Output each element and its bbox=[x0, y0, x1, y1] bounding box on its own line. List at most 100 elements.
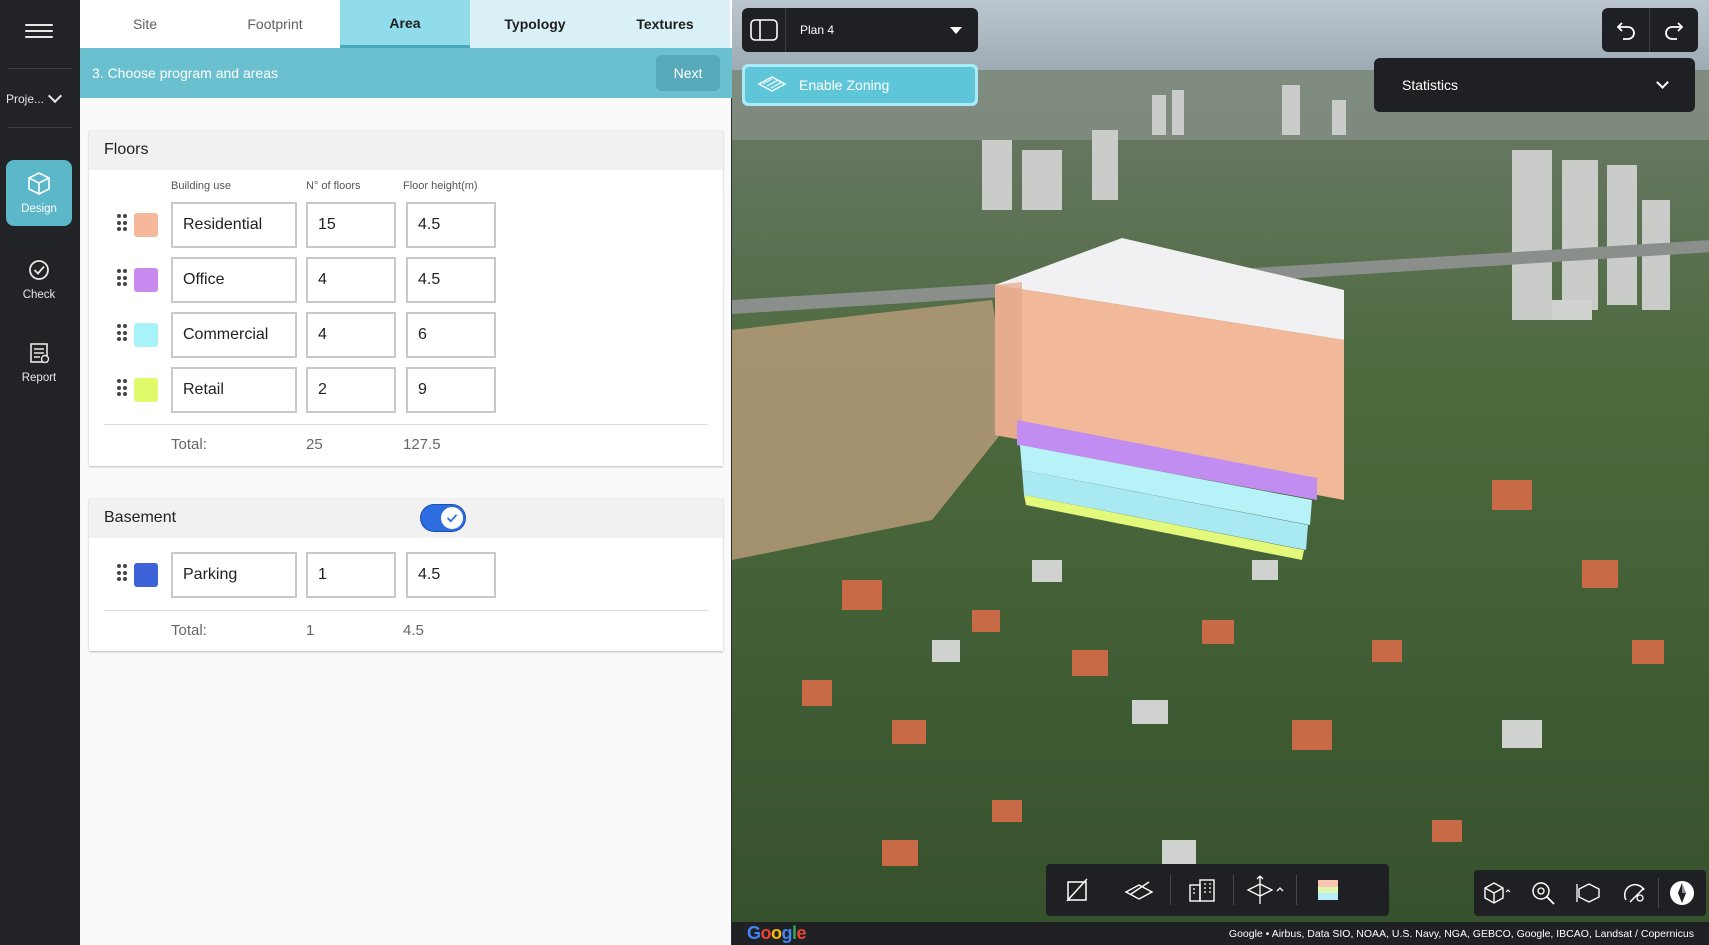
floor-height-field[interactable]: 6 bbox=[406, 312, 496, 358]
caret-down-icon bbox=[950, 26, 962, 34]
floor-count-field[interactable]: 1 bbox=[306, 552, 396, 598]
measure-icon[interactable] bbox=[1566, 870, 1612, 916]
plan-selector[interactable]: Plan 4 bbox=[742, 8, 978, 52]
map-attribution: Google Google • Airbus, Data SIO, NOAA, … bbox=[732, 922, 1709, 945]
rail-divider bbox=[8, 68, 72, 69]
color-swatch[interactable] bbox=[134, 378, 158, 402]
color-swatch[interactable] bbox=[134, 323, 158, 347]
redo-icon[interactable] bbox=[1650, 8, 1698, 52]
basement-total-height: 4.5 bbox=[403, 622, 424, 639]
floors-total-label: Total: bbox=[171, 436, 207, 453]
basement-row-parking: Parking 1 4.5 bbox=[89, 552, 723, 598]
rail-item-check[interactable]: Check bbox=[6, 246, 72, 312]
drag-handle-icon[interactable] bbox=[117, 269, 127, 287]
drag-handle-icon[interactable] bbox=[117, 324, 127, 342]
rail-item-label: Check bbox=[22, 289, 56, 301]
chevron-down-icon bbox=[47, 88, 63, 104]
color-swatch[interactable] bbox=[134, 268, 158, 292]
step-header: 3. Choose program and areas Next bbox=[80, 48, 732, 98]
aerial-map-image bbox=[732, 0, 1709, 945]
compass-icon[interactable] bbox=[1659, 870, 1705, 916]
zoning-label: Enable Zoning bbox=[799, 77, 890, 93]
statistics-label: Statistics bbox=[1402, 77, 1459, 93]
floor-row-office: Office 4 4.5 bbox=[89, 257, 723, 303]
floor-height-field[interactable]: 4.5 bbox=[406, 552, 496, 598]
zoning-layers-icon bbox=[757, 76, 787, 92]
hamburger-menu-icon[interactable] bbox=[25, 20, 53, 44]
sun-path-icon[interactable] bbox=[1612, 870, 1658, 916]
project-selector[interactable]: Proje... bbox=[6, 88, 76, 110]
floor-height-field[interactable]: 4.5 bbox=[406, 257, 496, 303]
tab-textures[interactable]: Textures bbox=[600, 0, 730, 48]
building-use-field[interactable]: Retail bbox=[171, 367, 297, 413]
floor-row-retail: Retail 2 9 bbox=[89, 367, 723, 413]
floor-count-field[interactable]: 2 bbox=[306, 367, 396, 413]
floor-height-field[interactable]: 4.5 bbox=[406, 202, 496, 248]
color-swatch[interactable] bbox=[134, 213, 158, 237]
enable-zoning-button[interactable]: Enable Zoning bbox=[742, 64, 978, 106]
step-title: 3. Choose program and areas bbox=[92, 65, 278, 81]
sidebar-toggle-icon[interactable] bbox=[742, 8, 786, 52]
check-circle-icon bbox=[29, 260, 49, 280]
basement-total-label: Total: bbox=[171, 622, 207, 639]
floor-count-field[interactable]: 4 bbox=[306, 257, 396, 303]
slope-tool-icon[interactable] bbox=[1108, 864, 1170, 916]
basement-toggle[interactable] bbox=[421, 505, 465, 531]
report-icon bbox=[30, 343, 50, 364]
basement-card: Basement Parking 1 4.5 Total: 1 4.5 bbox=[89, 498, 723, 651]
3d-map-view[interactable]: Plan 4 Enable Zoning Statistics Google G… bbox=[732, 0, 1709, 945]
tab-footprint[interactable]: Footprint bbox=[210, 0, 340, 48]
plan-name: Plan 4 bbox=[800, 23, 835, 37]
floors-total-count: 25 bbox=[306, 436, 323, 453]
divider bbox=[104, 610, 708, 611]
check-icon bbox=[441, 507, 463, 529]
zoom-target-icon[interactable] bbox=[1520, 870, 1566, 916]
building-use-field[interactable]: Office bbox=[171, 257, 297, 303]
floors-total-height: 127.5 bbox=[403, 436, 441, 453]
floor-height-field[interactable]: 9 bbox=[406, 367, 496, 413]
rail-item-label: Report bbox=[21, 372, 57, 384]
column-header-floors: N° of floors bbox=[306, 180, 361, 192]
undo-redo-group bbox=[1602, 8, 1698, 52]
floor-count-field[interactable]: 15 bbox=[306, 202, 396, 248]
drag-handle-icon[interactable] bbox=[117, 214, 127, 232]
map-credits: Google • Airbus, Data SIO, NOAA, U.S. Na… bbox=[1228, 927, 1694, 940]
move-plane-icon[interactable] bbox=[1234, 864, 1296, 916]
project-label: Proje... bbox=[6, 92, 45, 106]
building-use-field[interactable]: Parking bbox=[171, 552, 297, 598]
statistics-dropdown[interactable]: Statistics bbox=[1374, 58, 1695, 112]
rail-divider bbox=[8, 127, 72, 128]
basement-total-count: 1 bbox=[306, 622, 315, 639]
view-tools-toolbar bbox=[1474, 870, 1706, 916]
undo-icon[interactable] bbox=[1602, 8, 1650, 52]
program-panel: Site Footprint Area Typology Textures 3.… bbox=[80, 0, 732, 945]
tab-typology[interactable]: Typology bbox=[470, 0, 600, 48]
building-use-field[interactable]: Residential bbox=[171, 202, 297, 248]
color-swatch[interactable] bbox=[134, 563, 158, 587]
column-header-floor-height: Floor height(m) bbox=[403, 180, 478, 192]
tab-site[interactable]: Site bbox=[80, 0, 210, 48]
drag-handle-icon[interactable] bbox=[117, 379, 127, 397]
color-palette-icon[interactable] bbox=[1297, 864, 1359, 916]
floors-title: Floors bbox=[89, 130, 723, 170]
app-root: Proje... Design Check Report Site Footpr… bbox=[0, 0, 1709, 945]
floors-card: Floors Building use N° of floors Floor h… bbox=[89, 130, 723, 466]
tab-area[interactable]: Area bbox=[340, 0, 470, 48]
basement-title: Basement bbox=[104, 509, 177, 526]
rail-item-design[interactable]: Design bbox=[6, 160, 72, 226]
buildings-icon[interactable] bbox=[1171, 864, 1233, 916]
map-tools-toolbar bbox=[1046, 864, 1389, 916]
building-use-field[interactable]: Commercial bbox=[171, 312, 297, 358]
rail-item-report[interactable]: Report bbox=[6, 329, 72, 395]
chevron-down-icon bbox=[1656, 76, 1669, 89]
drag-handle-icon[interactable] bbox=[117, 564, 127, 582]
rail-item-label: Design bbox=[21, 203, 57, 215]
next-button[interactable]: Next bbox=[656, 55, 720, 91]
cube-view-icon[interactable] bbox=[1474, 870, 1520, 916]
floor-row-residential: Residential 15 4.5 bbox=[89, 202, 723, 248]
floor-row-commercial: Commercial 4 6 bbox=[89, 312, 723, 358]
floor-count-field[interactable]: 4 bbox=[306, 312, 396, 358]
google-logo: Google bbox=[747, 923, 807, 943]
footprint-draw-icon[interactable] bbox=[1046, 864, 1108, 916]
basement-header: Basement bbox=[89, 498, 723, 538]
